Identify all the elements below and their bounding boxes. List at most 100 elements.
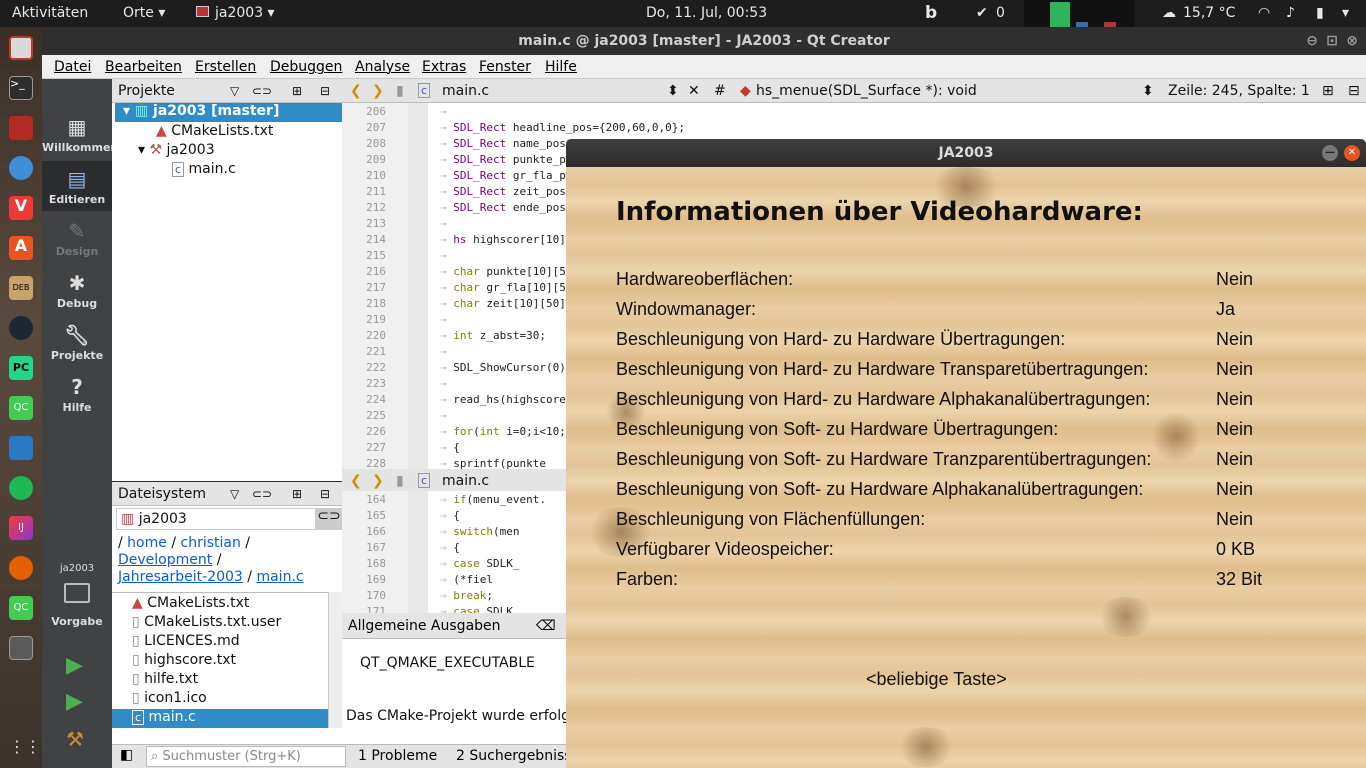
firefox-icon[interactable] [9, 556, 33, 580]
split-icon[interactable]: ⊞ [1322, 79, 1334, 103]
minimize-icon[interactable]: — [1322, 145, 1338, 161]
filter-icon[interactable]: ▽ [230, 482, 239, 506]
code-line[interactable]: → int z_abst=30; [440, 329, 546, 342]
code-line[interactable]: → [440, 249, 447, 262]
tree-item-folder[interactable]: ▾ ⚒ ja2003 [138, 142, 215, 158]
deb-installer-icon[interactable]: DEB [9, 276, 33, 300]
code-line[interactable]: → case SDLK_ [440, 557, 520, 570]
power-menu-icon[interactable]: ▾ [1342, 5, 1349, 21]
code-line[interactable]: → if(menu_event. [440, 493, 546, 506]
check-icon[interactable]: ✔ [976, 5, 988, 21]
intellij-icon[interactable]: IJ [9, 516, 33, 540]
forward-icon[interactable]: ❯ [372, 79, 384, 103]
close-panel-icon[interactable]: ⊟ [320, 79, 330, 103]
code-line[interactable]: → switch(men [440, 525, 520, 538]
ja2003-content[interactable]: Informationen über Videohardware: Hardwa… [566, 167, 1366, 768]
activities-button[interactable]: Aktivitäten [12, 5, 88, 21]
code-line[interactable]: → SDL_Rect name_pos= [440, 137, 572, 150]
mode-debug[interactable]: ✱ Debug [42, 265, 112, 315]
code-line[interactable]: → [440, 217, 447, 230]
mode-design[interactable]: ✎ Design [42, 213, 112, 263]
menu-analyse[interactable]: Analyse [355, 59, 410, 75]
file-hilfe[interactable]: ▯ hilfe.txt [132, 671, 198, 687]
document-combo-2[interactable]: main.c [442, 469, 489, 493]
file-highscore[interactable]: ▯ highscore.txt [132, 652, 236, 668]
bing-icon[interactable]: b [925, 3, 937, 23]
places-menu[interactable]: Orte ▾ [123, 5, 165, 21]
file-cmakelists-user[interactable]: ▯ CMakeLists.txt.user [132, 614, 281, 630]
code-line[interactable]: → SDL_Rect gr_fla_po [440, 169, 572, 182]
document-combo[interactable]: main.c [442, 79, 489, 103]
file-cmakelists[interactable]: ▲ CMakeLists.txt [132, 595, 249, 611]
combo-arrow-icon[interactable]: ⬍ [667, 79, 679, 103]
clear-output-icon[interactable]: ⌫ [536, 613, 556, 639]
code-line[interactable]: → [440, 409, 447, 422]
menu-datei[interactable]: Datei [54, 59, 91, 75]
code-line[interactable]: → (*fiel [440, 573, 493, 586]
split-icon[interactable]: ⊞ [292, 79, 302, 103]
menu-fenster[interactable]: Fenster [479, 59, 531, 75]
back-icon[interactable]: ❮ [350, 469, 362, 493]
menu-bearbeiten[interactable]: Bearbeiten [105, 59, 182, 75]
locator-input[interactable]: ⌕ Suchmuster (Strg+K) [146, 746, 346, 767]
code-line[interactable]: → case SDLK_ [440, 605, 520, 613]
file-mainc[interactable]: c main.c [112, 709, 328, 728]
tree-item-mainc[interactable]: c main.c [172, 161, 236, 177]
code-line[interactable]: → hs highscorer[10]; [440, 233, 572, 246]
close-document-icon[interactable]: ✕ [688, 79, 700, 103]
close-split-icon[interactable]: ⊟ [1348, 79, 1360, 103]
code-line[interactable]: → [440, 105, 447, 118]
terminal-icon[interactable]: >_ [9, 76, 33, 100]
filesystem-title[interactable]: Dateisystem [118, 486, 206, 502]
tab-search-results[interactable]: 2 Suchergebnisse [456, 748, 580, 764]
breadcrumb-mainc[interactable]: main.c [256, 569, 303, 585]
scrollbar[interactable] [328, 592, 342, 728]
system-monitor-graph[interactable] [1024, 0, 1134, 27]
breadcrumb-christian[interactable]: christian [181, 535, 241, 551]
symbol-combo[interactable]: hs_menue(SDL_Surface *): void [756, 79, 977, 103]
thunderbird-icon[interactable] [9, 156, 33, 180]
back-icon[interactable]: ❮ [350, 79, 362, 103]
sync-icon[interactable]: ⊂⊃ [252, 482, 272, 506]
forward-icon[interactable]: ❯ [372, 469, 384, 493]
show-apps-icon[interactable]: ⋮⋮ [9, 737, 41, 761]
weather-label[interactable]: 15,7 °C [1183, 5, 1235, 21]
run-icon[interactable]: ▶ [66, 653, 83, 678]
code-line[interactable]: → char punkte[10][50 [440, 265, 572, 278]
code-line[interactable]: → SDL_Rect headline_pos={200,60,0,0}; [440, 121, 685, 134]
breadcrumb-development[interactable]: Development [118, 552, 212, 568]
maximize-icon[interactable]: ⊡ [1326, 27, 1338, 55]
qtcreator-icon[interactable]: QC [9, 396, 33, 420]
menu-hilfe[interactable]: Hilfe [545, 59, 577, 75]
combo-link-icon[interactable]: ⊂⊃ [316, 508, 342, 530]
file-licences[interactable]: ▯ LICENCES.md [132, 633, 240, 649]
spotify-icon[interactable] [9, 476, 33, 500]
code-line[interactable]: → SDL_Rect zeit_pos= [440, 185, 572, 198]
code-line[interactable]: → SDL_ShowCursor(0); [440, 361, 572, 374]
pycharm-icon[interactable]: PC [9, 356, 33, 380]
vscode-icon[interactable] [9, 436, 33, 460]
qtcreator-icon-2[interactable]: QC [9, 596, 33, 620]
code-line[interactable]: → { [440, 509, 460, 522]
output-title[interactable]: Allgemeine Ausgaben [348, 618, 501, 634]
mode-welcome[interactable]: ▦ Willkommen [42, 109, 118, 159]
menu-debuggen[interactable]: Debuggen [270, 59, 342, 75]
ja2003-app-icon[interactable] [9, 636, 33, 660]
toggle-sidebar-icon[interactable]: ◧ [120, 747, 133, 763]
menu-extras[interactable]: Extras [422, 59, 466, 75]
minimize-icon[interactable]: ⊖ [1306, 27, 1318, 55]
combo-arrow-icon[interactable]: ⬍ [1142, 79, 1154, 103]
code-line[interactable]: → SDL_Rect ende_pos= [440, 201, 572, 214]
monitor-icon[interactable] [64, 583, 90, 603]
battery-icon[interactable]: ▮ [1316, 5, 1324, 21]
tab-problems[interactable]: 1 Probleme [358, 748, 437, 764]
clock[interactable]: Do, 11. Jul, 00:53 [646, 5, 767, 21]
close-icon[interactable]: ✕ [1344, 145, 1360, 161]
root-combo[interactable]: ▥ ja2003 [116, 508, 316, 530]
close-panel-icon[interactable]: ⊟ [320, 482, 330, 506]
debug-run-icon[interactable]: ▶ [66, 689, 83, 714]
projects-title[interactable]: Projekte [118, 83, 175, 99]
vivaldi-icon[interactable]: V [9, 196, 33, 220]
code-line[interactable]: → [440, 345, 447, 358]
code-line[interactable]: → read_hs(highscorer [440, 393, 572, 406]
